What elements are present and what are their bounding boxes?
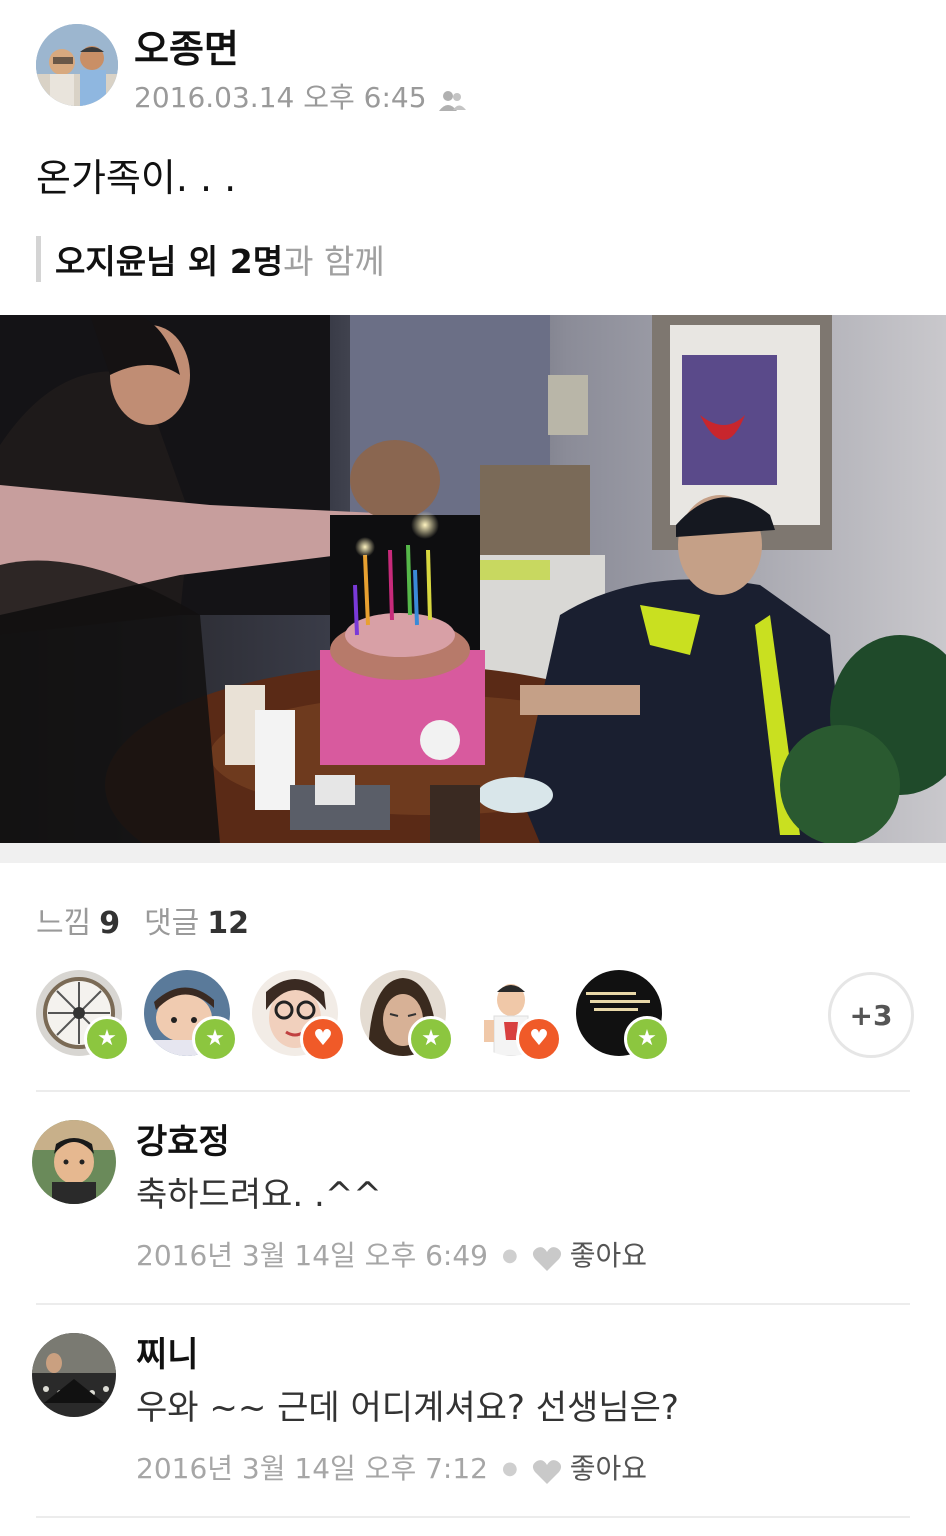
star-icon: ★ [192,1016,238,1062]
comments-count: 12 [207,906,250,941]
author-avatar[interactable] [36,24,118,106]
comments-label: 댓글 [144,906,200,941]
divider [36,1303,910,1305]
divider [36,1516,910,1518]
like-label: 좋아요 [569,1239,647,1272]
like-label: 좋아요 [569,1452,647,1485]
post-photo[interactable] [0,315,946,843]
heart-icon: ♥ [516,1016,562,1062]
more-reactors-button[interactable]: +3 [828,972,914,1058]
reactor-avatar[interactable]: ★ [144,970,238,1062]
comment-text: 우와 ~~ 근데 어디계셔요? 선생님은? [136,1388,679,1428]
reactor-avatar[interactable]: ♥ [468,970,562,1062]
feelings-label: 느낌 [36,906,92,941]
star-icon: ★ [84,1016,130,1062]
reactor-avatar[interactable]: ★ [360,970,454,1062]
commenter-name[interactable]: 찌니 [136,1333,199,1377]
comment-meta: 2016년 3월 14일 오후 7:12 ● 좋아요 [136,1449,647,1489]
like-button[interactable]: 좋아요 [532,1449,647,1489]
separator-dot: ● [501,1458,518,1479]
tagged-friends[interactable]: 오지윤님 외 2명 과 함께 [36,236,385,282]
commenter-avatar[interactable] [32,1333,116,1417]
reactors-row: ★ ★ ♥ ★ ♥ ★ +3 [36,970,914,1062]
divider [36,1090,910,1092]
star-icon: ★ [624,1016,670,1062]
friends-icon [437,86,467,111]
commenter-avatar[interactable] [32,1120,116,1204]
section-divider [0,843,946,863]
post-header: 오종면 2016.03.14 오후 6:45 온가족이. . . 오지윤님 외 … [0,0,946,315]
heart-icon: ♥ [300,1016,346,1062]
post-text: 온가족이. . . [36,156,237,200]
author-name[interactable]: 오종면 [134,24,239,74]
comment-time: 2016년 3월 14일 오후 6:49 [136,1239,488,1272]
feelings-count: 9 [99,906,121,941]
post-timestamp: 2016.03.14 오후 6:45 [134,81,427,114]
reactor-avatar[interactable]: ★ [36,970,130,1062]
heart-icon [532,1243,562,1271]
comment-time: 2016년 3월 14일 오후 7:12 [136,1452,488,1485]
comment-meta: 2016년 3월 14일 오후 6:49 ● 좋아요 [136,1236,647,1276]
commenter-name[interactable]: 강효정 [136,1120,230,1164]
heart-icon [532,1456,562,1484]
tagged-suffix: 과 함께 [283,242,385,281]
comments-stat[interactable]: 댓글 12 [144,902,249,946]
reactor-avatar[interactable]: ★ [576,970,670,1062]
separator-dot: ● [501,1245,518,1266]
post-meta: 2016.03.14 오후 6:45 [134,80,467,116]
reactor-avatar[interactable]: ♥ [252,970,346,1062]
tagged-names[interactable]: 오지윤님 외 2명 [55,235,283,283]
star-icon: ★ [408,1016,454,1062]
feelings-stat[interactable]: 느낌 9 [36,902,120,946]
post-stats: 느낌 9 댓글 12 [36,902,249,946]
comment-text: 축하드려요. .^^ [136,1175,382,1215]
like-button[interactable]: 좋아요 [532,1236,647,1276]
